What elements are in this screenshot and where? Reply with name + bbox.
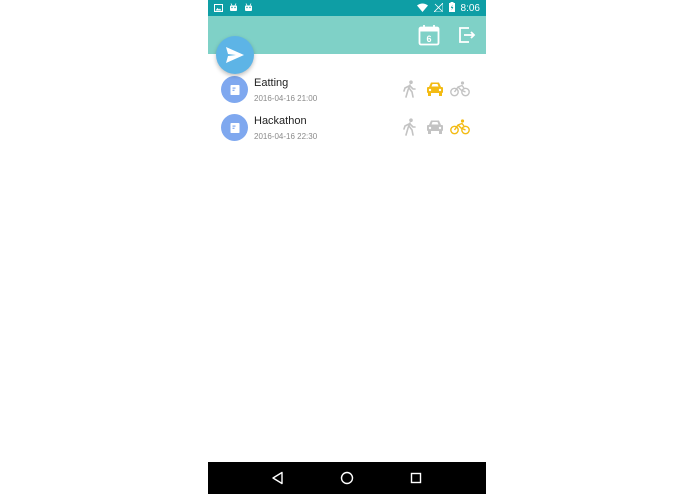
event-avatar	[221, 114, 248, 141]
battery-charging-icon	[448, 0, 455, 17]
event-datetime: 2016-04-16 22:30	[254, 132, 318, 141]
phone-screen: 8:06 6 Eatting 2016-04-16 21:00 Hackatho…	[208, 0, 486, 494]
status-bar: 8:06	[208, 0, 486, 16]
event-row[interactable]: Eatting 2016-04-16 21:00	[208, 70, 486, 108]
event-title: Eatting	[254, 77, 289, 89]
calendar-button[interactable]: 6	[417, 23, 441, 47]
car-mode-button[interactable]	[425, 117, 445, 137]
note-icon	[230, 84, 239, 95]
walk-icon	[403, 118, 416, 136]
send-icon	[226, 47, 244, 63]
back-icon	[272, 471, 284, 485]
note-icon	[230, 122, 239, 133]
walk-mode-button[interactable]	[400, 117, 420, 137]
home-icon	[340, 471, 354, 485]
recents-icon	[410, 472, 421, 484]
send-fab[interactable]	[216, 36, 254, 74]
status-bar-left	[214, 0, 253, 17]
car-mode-button[interactable]	[425, 79, 445, 99]
image-icon	[214, 0, 223, 17]
android-icon	[229, 0, 238, 17]
transport-modes	[400, 79, 470, 99]
event-datetime: 2016-04-16 21:00	[254, 94, 318, 103]
walk-mode-button[interactable]	[400, 79, 420, 99]
back-button[interactable]	[268, 468, 288, 488]
logout-icon	[459, 27, 476, 43]
bike-mode-button[interactable]	[450, 117, 470, 137]
walk-icon	[403, 80, 416, 98]
status-bar-right: 8:06	[416, 0, 480, 17]
car-icon	[427, 82, 443, 96]
no-signal-icon	[432, 0, 443, 17]
wifi-icon	[416, 0, 428, 17]
transport-modes	[400, 117, 470, 137]
recents-button[interactable]	[406, 468, 426, 488]
bike-icon	[450, 81, 470, 97]
calendar-icon: 6	[418, 25, 440, 46]
bike-icon	[450, 119, 470, 135]
status-time: 8:06	[460, 2, 480, 14]
logout-button[interactable]	[455, 23, 479, 47]
car-icon	[427, 120, 443, 134]
event-title: Hackathon	[254, 115, 307, 127]
event-avatar	[221, 76, 248, 103]
event-list: Eatting 2016-04-16 21:00 Hackathon 2016-…	[208, 70, 486, 146]
android-icon	[244, 0, 253, 17]
home-button[interactable]	[337, 468, 357, 488]
event-row[interactable]: Hackathon 2016-04-16 22:30	[208, 108, 486, 146]
bike-mode-button[interactable]	[450, 79, 470, 99]
system-nav-bar	[208, 462, 486, 494]
calendar-day: 6	[426, 34, 431, 44]
